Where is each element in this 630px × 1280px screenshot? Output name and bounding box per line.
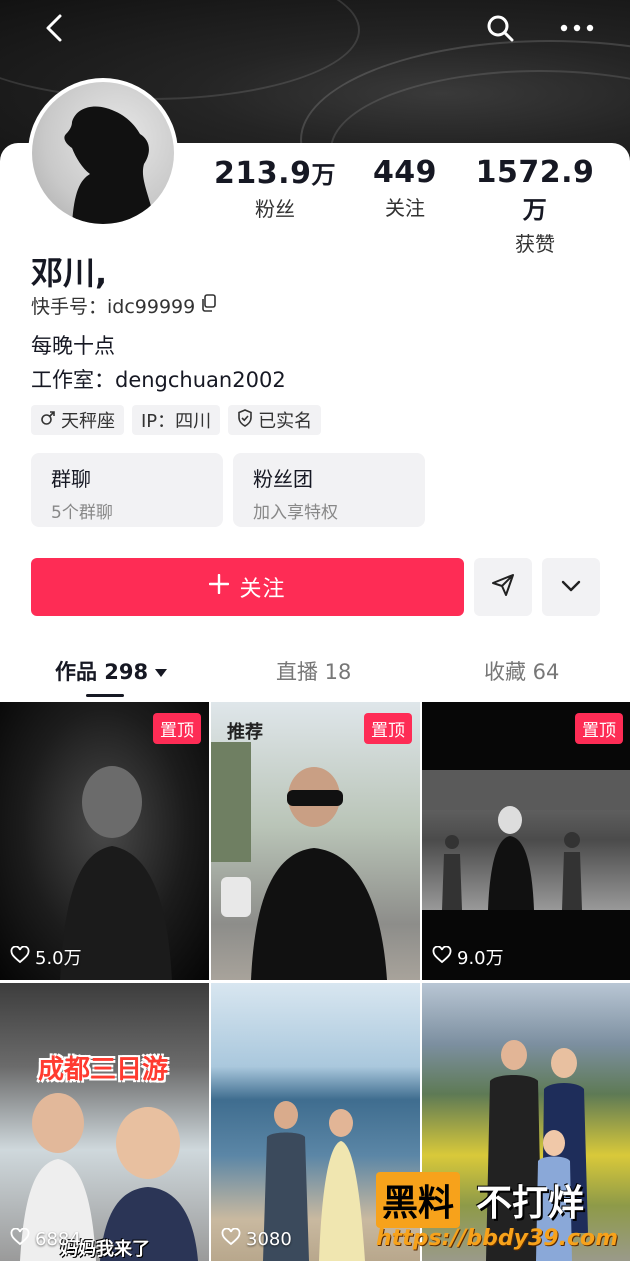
pinned-badge: 置顶 [575, 713, 623, 744]
followers-label: 粉丝 [255, 197, 295, 221]
video-likes: 9.0万 [432, 944, 504, 970]
stat-likes[interactable]: 1572.9 万 获赞 [465, 155, 605, 257]
heart-icon [221, 1227, 241, 1251]
video-likes: 3080 [221, 1227, 292, 1251]
fan-club-subtitle: 加入享特权 [253, 503, 338, 523]
video-tile[interactable]: 成都三日游 妈妈我来了 6884 [0, 983, 209, 1261]
followers-unit: 万 [311, 161, 336, 189]
pinned-badge: 置顶 [364, 713, 412, 744]
fan-club-title: 粉丝团 [253, 467, 313, 491]
likes-label: 获赞 [515, 232, 555, 256]
video-tile[interactable]: 置顶 9.0万 [422, 702, 630, 980]
message-button[interactable] [474, 558, 532, 616]
follow-button[interactable]: 关注 [31, 558, 464, 616]
group-chat-subtitle: 5个群聊 [51, 503, 113, 523]
avatar[interactable] [28, 78, 178, 228]
group-chat-title: 群聊 [51, 467, 91, 491]
more-options-icon[interactable] [557, 8, 597, 48]
bio-line: 每晚十点 [31, 334, 115, 358]
kuaishou-id: 快手号：idc99999 [31, 292, 217, 319]
likes-text: 3080 [246, 1229, 292, 1250]
following-count: 449 [372, 155, 438, 190]
likes-text: 6884 [35, 1229, 81, 1250]
profile-stats: 213.9万 粉丝 449 关注 1572.9万 获赞 [210, 155, 610, 256]
expand-button[interactable] [542, 558, 600, 616]
tab-works[interactable]: 作品 298 [55, 656, 168, 686]
tag-verified: 已实名 [228, 405, 322, 435]
tab-indicator [86, 694, 124, 697]
stat-following[interactable]: 449 关注 [350, 155, 460, 221]
video-likes: 5.0万 [10, 944, 82, 970]
watermark-url: https://bbdy39.com [376, 1226, 619, 1251]
chevron-down-icon [560, 578, 582, 597]
tab-live[interactable]: 直播 18 [276, 656, 351, 686]
tag-zodiac: 天秤座 [31, 405, 124, 435]
top-bar [0, 0, 630, 60]
male-icon [40, 410, 56, 431]
video-thumbnail [211, 742, 420, 980]
heart-icon [10, 945, 30, 969]
watermark-part1: 黑料 [376, 1172, 461, 1228]
group-chat-card[interactable]: 群聊 5个群聊 [31, 453, 223, 527]
likes-text: 9.0万 [457, 948, 504, 969]
verified-shield-icon [237, 408, 253, 432]
likes-text: 5.0万 [35, 948, 82, 969]
fan-club-card[interactable]: 粉丝团 加入享特权 [233, 453, 425, 527]
tab-works-label: 作品 298 [55, 660, 149, 684]
follow-label: 关注 [239, 577, 286, 602]
caret-down-icon [154, 659, 168, 683]
video-thumbnail [422, 770, 630, 910]
likes-unit: 万 [522, 196, 548, 224]
tab-favorites[interactable]: 收藏 64 [484, 656, 559, 686]
watermark: 黑料 不打烊 https://bbdy39.com [376, 1172, 626, 1262]
heart-icon [432, 945, 452, 969]
send-icon [490, 572, 516, 602]
following-label: 关注 [385, 196, 425, 220]
content-tabs: 作品 298 直播 18 收藏 64 [0, 648, 630, 698]
video-likes: 6884 [10, 1227, 81, 1251]
tag-label: 天秤座 [61, 411, 115, 432]
back-arrow-icon[interactable] [34, 8, 74, 48]
profile-name: 邓川, [31, 254, 108, 292]
copy-icon[interactable] [201, 294, 217, 317]
heart-icon [10, 1227, 30, 1251]
likes-count: 1572.9 [475, 155, 595, 190]
tag-ip: IP：四川 [132, 405, 221, 435]
pinned-badge: 置顶 [153, 713, 201, 744]
avatar-image [32, 82, 174, 224]
tag-label: IP：四川 [141, 411, 212, 432]
watermark-part2: 不打烊 [476, 1183, 585, 1224]
recommend-label: 推荐 [227, 722, 263, 743]
kuaishou-id-text: 快手号：idc99999 [31, 296, 196, 318]
video-tile[interactable]: 推荐 置顶 [211, 702, 420, 980]
video-overlay-title: 成都三日游 [38, 1055, 169, 1085]
bio-line: 工作室：dengchuan2002 [31, 368, 286, 392]
stat-followers[interactable]: 213.9万 粉丝 [210, 155, 340, 222]
search-icon[interactable] [480, 8, 520, 48]
tag-label: 已实名 [258, 411, 313, 432]
profile-tags: 天秤座 IP：四川 已实名 [31, 405, 322, 435]
followers-count: 213.9 [214, 156, 312, 191]
video-tile[interactable]: 置顶 5.0万 [0, 702, 209, 980]
plus-icon [209, 573, 230, 600]
